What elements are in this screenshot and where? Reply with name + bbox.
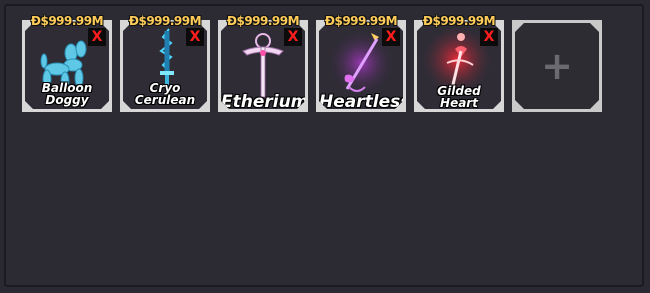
item-slot-etherium[interactable]: Etherium Ð$999.99M X — [218, 14, 308, 112]
item-slot-balloon-doggy[interactable]: Balloon Doggy Ð$999.99M X — [22, 14, 112, 112]
item-price: Ð$999.99M — [226, 14, 300, 28]
trade-inventory-panel: Balloon Doggy Ð$999.99M X Cryo Cerulean … — [4, 4, 644, 287]
add-item-slot[interactable]: + — [512, 20, 602, 112]
remove-item-button[interactable]: X — [284, 28, 302, 46]
remove-item-button[interactable]: X — [480, 28, 498, 46]
remove-item-button[interactable]: X — [382, 28, 400, 46]
item-name: Cryo Cerulean — [123, 82, 207, 107]
item-slots: Balloon Doggy Ð$999.99M X Cryo Cerulean … — [22, 14, 602, 112]
item-slot-cryo-cerulean[interactable]: Cryo Cerulean Ð$999.99M X — [120, 14, 210, 112]
item-price: Ð$999.99M — [422, 14, 496, 28]
item-slot-heartless[interactable]: Heartless Ð$999.99M X — [316, 14, 406, 112]
add-item-frame: + — [515, 23, 599, 109]
item-name: Heartless — [319, 92, 403, 109]
item-price: Ð$999.99M — [324, 14, 398, 28]
item-name: Etherium — [221, 92, 305, 109]
remove-item-button[interactable]: X — [186, 28, 204, 46]
item-name-line2: Doggy — [45, 93, 89, 108]
item-name: Balloon Doggy — [25, 82, 109, 107]
item-price: Ð$999.99M — [128, 14, 202, 28]
item-name: Gilded Heart — [437, 83, 481, 109]
plus-icon: + — [541, 44, 573, 88]
item-slot-gilded-heart[interactable]: Gilded Heart Ð$999.99M X — [414, 14, 504, 112]
item-name-line2: Cerulean — [134, 93, 196, 108]
item-price: Ð$999.99M — [30, 14, 104, 28]
remove-item-button[interactable]: X — [88, 28, 106, 46]
